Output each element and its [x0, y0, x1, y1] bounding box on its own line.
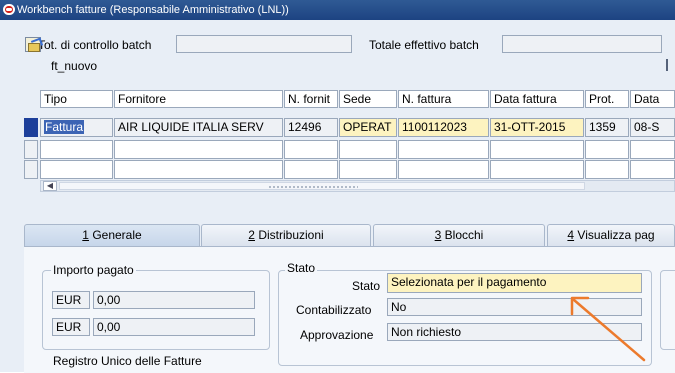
scrollbar-grip	[268, 185, 358, 189]
title-bar: Workbench fatture (Responsabile Amminist…	[0, 0, 675, 20]
scroll-left-icon[interactable]: ◀	[43, 181, 57, 191]
approvazione-label: Approvazione	[300, 328, 374, 342]
column-header-data[interactable]: Data	[630, 90, 675, 108]
tab-distribuzioni-number: 2	[248, 228, 255, 242]
table-cell-tipo[interactable]: Fattura	[40, 118, 113, 137]
table-cell-fornitore[interactable]	[114, 140, 283, 159]
tipo-value: Fattura	[44, 120, 85, 134]
amount-field[interactable]: 0,00	[93, 291, 255, 309]
column-header-tipo[interactable]: Tipo	[40, 90, 113, 108]
toolbar-label: ft_nuovo	[51, 59, 98, 73]
toolbar-divider	[666, 59, 668, 71]
table-cell-fornitore[interactable]	[114, 160, 283, 179]
contabilizzato-label: Contabilizzato	[296, 303, 372, 317]
tab-generale-number: 1	[82, 228, 89, 242]
column-header-prot[interactable]: Prot.	[585, 90, 629, 108]
tab-visualizza-pagamenti[interactable]: 4 Visualizza pag	[547, 224, 675, 246]
actual-total-field[interactable]	[502, 35, 662, 53]
stato-label: Stato	[352, 279, 381, 293]
table-cell-prot[interactable]: 1359	[585, 118, 629, 137]
table-cell-n-fornit[interactable]	[284, 160, 338, 179]
actual-total-label: Totale effettivo batch	[369, 38, 479, 52]
table-cell-data[interactable]	[630, 140, 675, 159]
registro-title: Registro Unico delle Fatture	[51, 354, 204, 368]
tab-distribuzioni-label: Distribuzioni	[254, 228, 324, 242]
table-cell-sede[interactable]	[339, 160, 397, 179]
importo-pagato-group	[42, 270, 270, 350]
annotation-arrow-icon	[570, 296, 646, 362]
control-total-field[interactable]	[176, 35, 352, 53]
scrollbar-thumb[interactable]	[59, 182, 585, 190]
table-cell-prot[interactable]	[585, 140, 629, 159]
stato-group-title: Stato	[285, 261, 318, 275]
table-cell-data-fattura[interactable]	[490, 140, 584, 159]
table-cell-n-fattura[interactable]	[398, 160, 489, 179]
importo-pagato-title: Importo pagato	[51, 263, 136, 277]
column-header-n-fornit[interactable]: N. fornit	[284, 90, 338, 108]
table-cell-data[interactable]: 08-S	[630, 118, 675, 137]
column-header-fornitore[interactable]: Fornitore	[114, 90, 283, 108]
tab-blocchi[interactable]: 3 Blocchi	[373, 224, 545, 246]
table-cell-data-fattura[interactable]: 31-OTT-2015	[490, 118, 584, 137]
table-cell-tipo[interactable]	[40, 160, 113, 179]
table-cell-fornitore[interactable]: AIR LIQUIDE ITALIA SERV	[114, 118, 283, 137]
window-title: Workbench fatture (Responsabile Amminist…	[17, 4, 289, 16]
column-header-n-fattura[interactable]: N. fattura	[398, 90, 489, 108]
right-group-edge	[660, 270, 675, 350]
row-selector[interactable]	[24, 118, 38, 137]
amount-field[interactable]: 0,00	[93, 318, 255, 336]
tab-distribuzioni[interactable]: 2 Distribuzioni	[201, 224, 371, 246]
table-cell-n-fornit[interactable]	[284, 140, 338, 159]
table-cell-n-fornit[interactable]: 12496	[284, 118, 338, 137]
table-cell-data-fattura[interactable]	[490, 160, 584, 179]
table-cell-n-fattura[interactable]	[398, 140, 489, 159]
table-cell-data[interactable]	[630, 160, 675, 179]
column-header-data-fattura[interactable]: Data fattura	[490, 90, 584, 108]
table-cell-n-fattura[interactable]: 1100112023	[398, 118, 489, 137]
row-selector[interactable]	[24, 140, 38, 159]
tab-blocchi-label: Blocchi	[441, 228, 484, 242]
currency-field[interactable]: EUR	[52, 291, 90, 309]
table-cell-sede[interactable]: OPERAT	[339, 118, 397, 137]
table-cell-prot[interactable]	[585, 160, 629, 179]
table-cell-tipo[interactable]	[40, 140, 113, 159]
control-total-label: Tot. di controllo batch	[38, 38, 152, 52]
horizontal-scrollbar[interactable]: ◀	[40, 180, 675, 192]
tab-generale-label: Generale	[88, 228, 142, 242]
oracle-logo-icon	[3, 4, 15, 15]
tab-generale[interactable]: 1 Generale	[24, 224, 200, 246]
table-cell-sede[interactable]	[339, 140, 397, 159]
row-selector[interactable]	[24, 160, 38, 179]
open-folder-icon[interactable]	[25, 37, 41, 52]
tab-visualizza-label: Visualizza pag	[574, 228, 655, 242]
currency-field[interactable]: EUR	[52, 318, 90, 336]
column-header-sede[interactable]: Sede	[339, 90, 397, 108]
